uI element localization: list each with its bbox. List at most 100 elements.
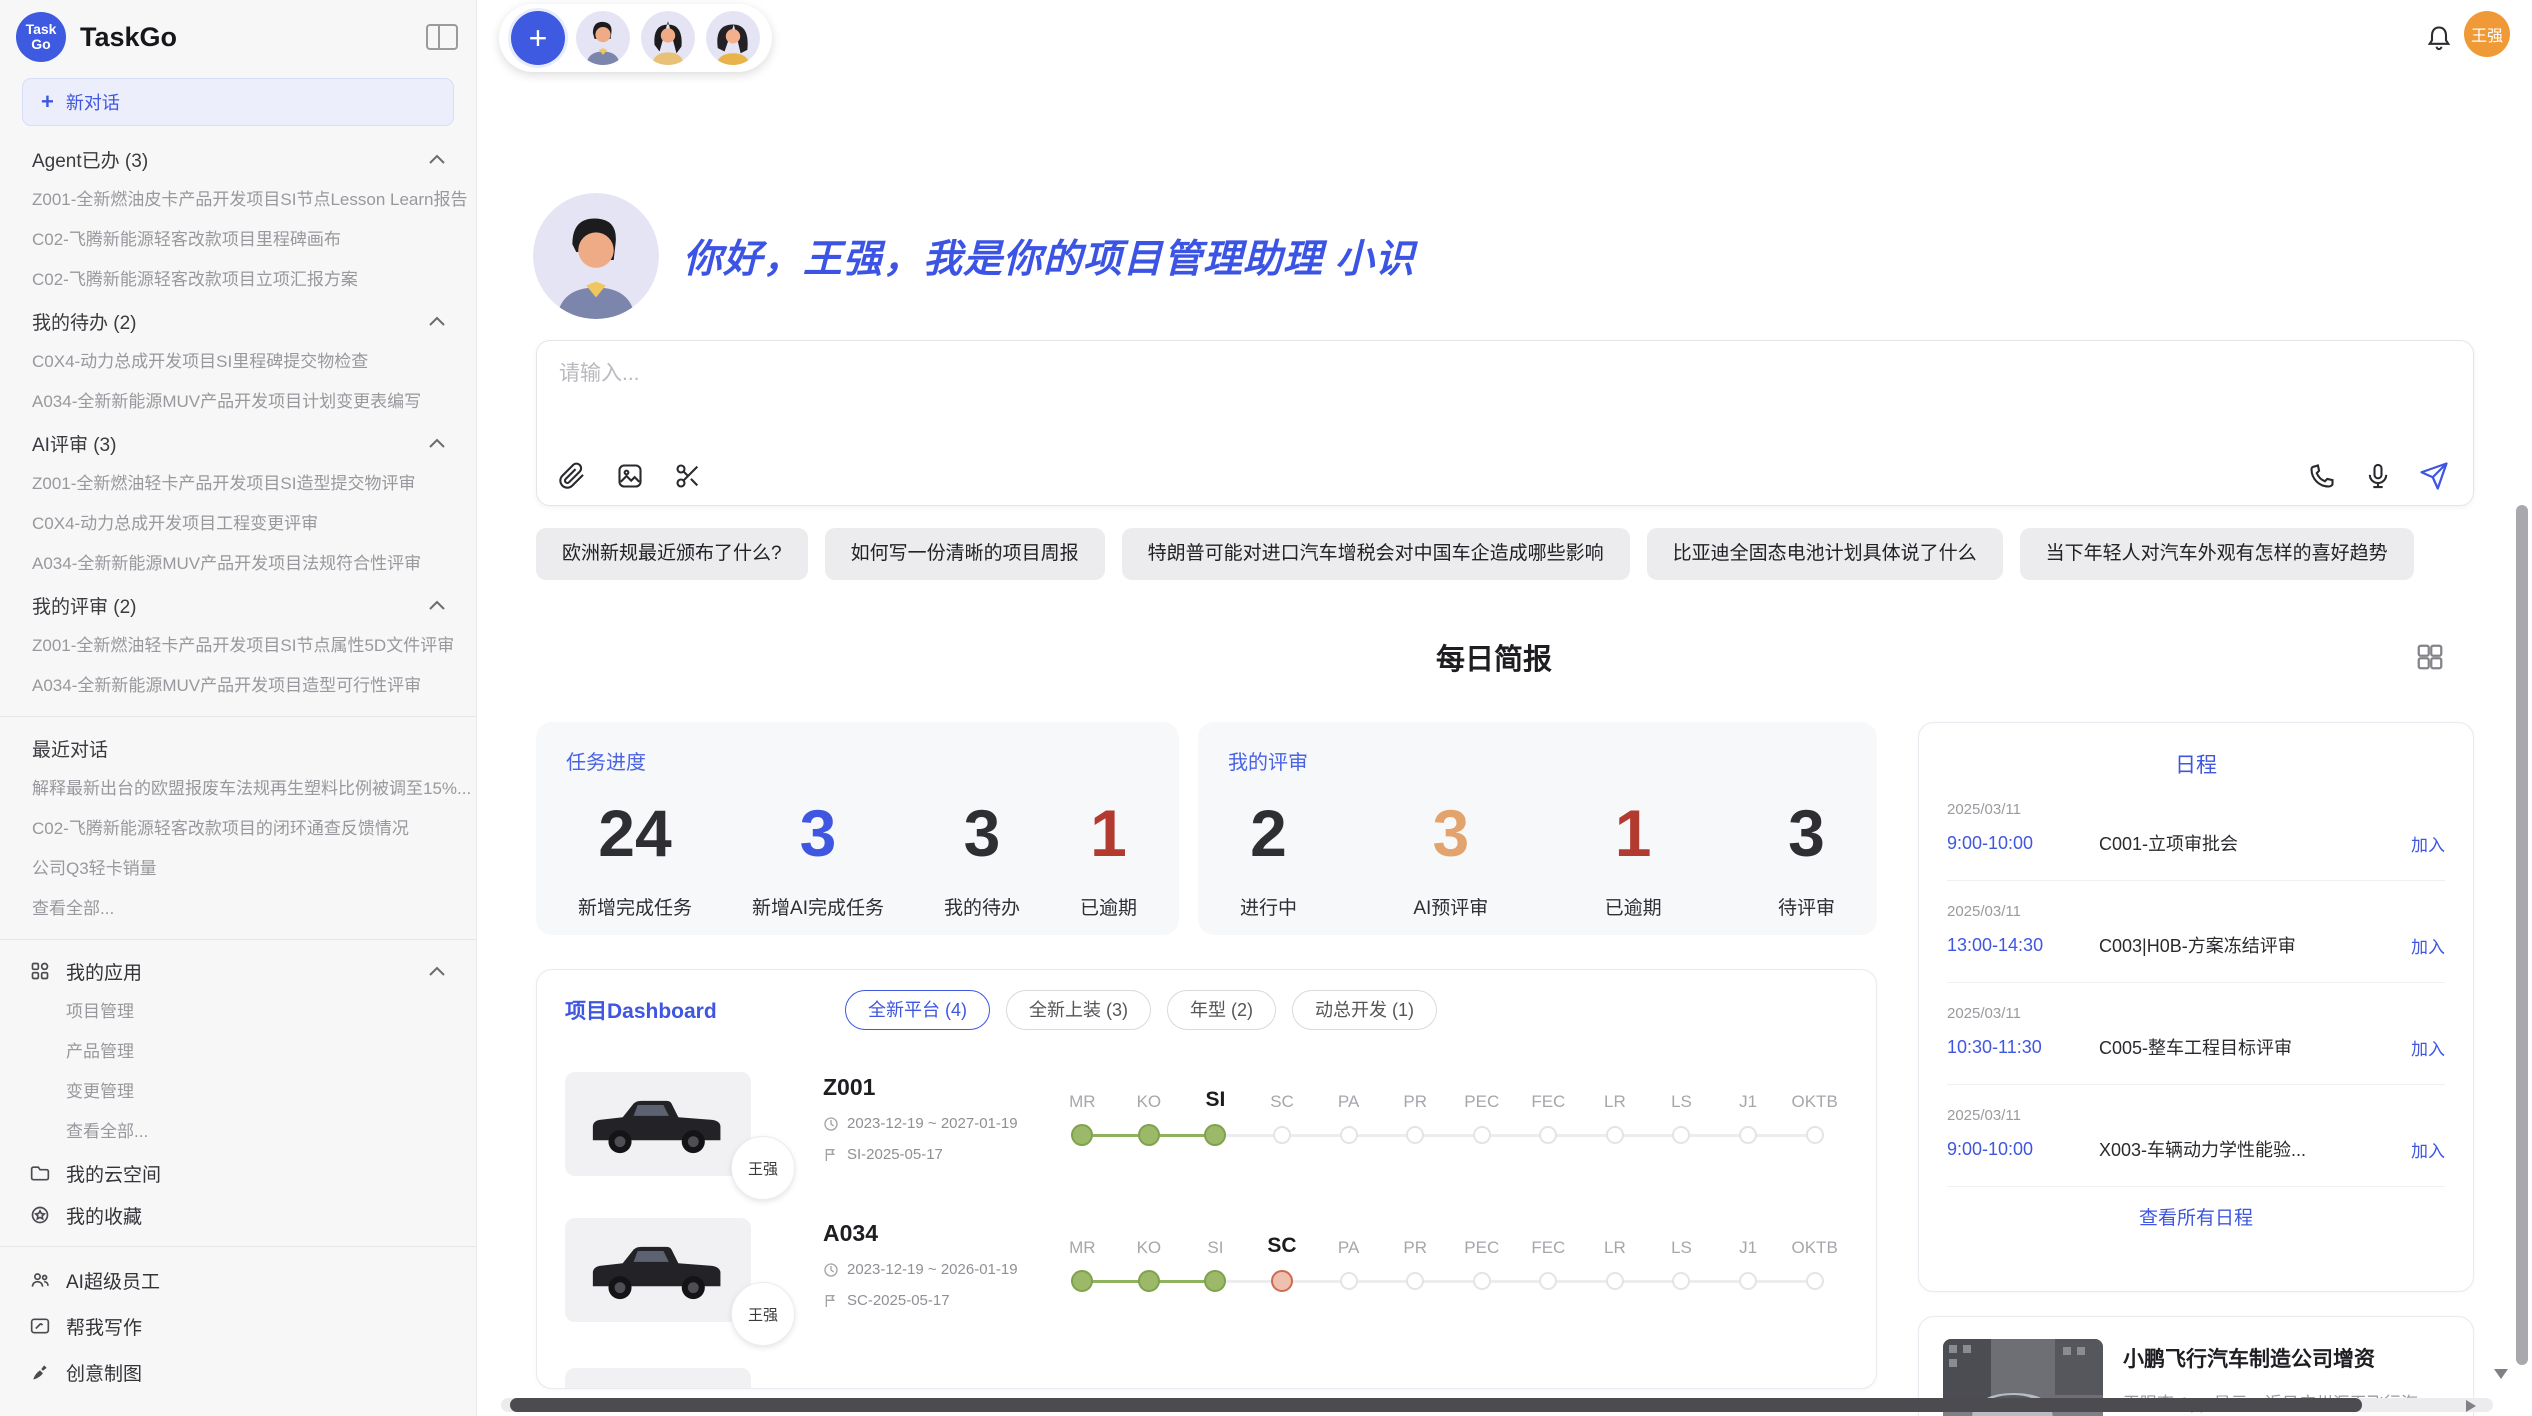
schedule-entry: 2025/03/11 9:00-10:00 X003-车辆动力学性能验... 加… bbox=[1947, 1085, 2445, 1187]
my-cloud-item[interactable]: 我的云空间 bbox=[0, 1152, 476, 1194]
sidebar-task-item[interactable]: A034-全新新能源MUV产品开发项目法规符合性评审 bbox=[0, 544, 476, 584]
milestone: FEC bbox=[1515, 1224, 1582, 1294]
join-meeting-link[interactable]: 加入 bbox=[2411, 831, 2445, 856]
milestone: MR bbox=[1049, 1224, 1116, 1294]
milestone-label: OKTB bbox=[1792, 1078, 1838, 1112]
recent-chat-item[interactable]: 公司Q3轻卡销量 bbox=[0, 849, 476, 889]
suggestion-chip[interactable]: 特朗普可能对进口汽车增税会对中国车企造成哪些影响 bbox=[1122, 528, 1630, 580]
suggestion-chip[interactable]: 当下年轻人对汽车外观有怎样的喜好趋势 bbox=[2020, 528, 2414, 580]
milestone-label: FEC bbox=[1531, 1078, 1565, 1112]
dashboard-tab[interactable]: 全新平台 (4) bbox=[845, 990, 990, 1030]
suggestion-chip[interactable]: 如何写一份清晰的项目周报 bbox=[825, 528, 1105, 580]
app-item[interactable]: 项目管理 bbox=[0, 992, 476, 1032]
collapse-sidebar-icon[interactable] bbox=[426, 24, 458, 50]
milestone: LS bbox=[1648, 1224, 1715, 1294]
sidebar-group-title: AI评审 (3) bbox=[32, 430, 116, 457]
add-agent-button[interactable]: + bbox=[511, 11, 565, 65]
sidebar-task-item[interactable]: A034-全新新能源MUV产品开发项目造型可行性评审 bbox=[0, 666, 476, 706]
milestone-node bbox=[1204, 1270, 1226, 1292]
sidebar-task-item[interactable]: C02-飞腾新能源轻客改款项目里程碑画布 bbox=[0, 220, 476, 260]
agent-avatar-2[interactable] bbox=[641, 11, 695, 65]
app-item[interactable]: 查看全部... bbox=[0, 1112, 476, 1152]
agent-avatar-3[interactable] bbox=[706, 11, 760, 65]
logo-line1: Task bbox=[26, 22, 57, 37]
help-me-write-item[interactable]: 帮我写作 bbox=[0, 1303, 476, 1349]
sidebar-group-header[interactable]: Agent已办 (3) bbox=[0, 138, 476, 180]
sidebar-group-header[interactable]: 我的待办 (2) bbox=[0, 300, 476, 342]
join-meeting-link[interactable]: 加入 bbox=[2411, 1035, 2445, 1060]
notifications-bell-icon[interactable] bbox=[2425, 24, 2453, 52]
sidebar-task-item[interactable]: A034-全新新能源MUV产品开发项目计划变更表编写 bbox=[0, 382, 476, 422]
app-item[interactable]: 变更管理 bbox=[0, 1072, 476, 1112]
project-car-image: 王强 bbox=[565, 1218, 751, 1322]
people-icon bbox=[30, 1269, 52, 1291]
stat-label: 进行中 bbox=[1240, 893, 1297, 920]
scissors-icon[interactable] bbox=[673, 461, 703, 491]
stat-label: 新增完成任务 bbox=[578, 893, 692, 920]
app-item[interactable]: 产品管理 bbox=[0, 1032, 476, 1072]
briefing-layout-icon[interactable] bbox=[2415, 642, 2445, 672]
my-favorites-item[interactable]: 我的收藏 bbox=[0, 1194, 476, 1236]
scroll-right-arrow[interactable] bbox=[2466, 1400, 2476, 1412]
milestone-label: LS bbox=[1671, 1078, 1692, 1112]
sidebar-task-item[interactable]: Z001-全新燃油轻卡产品开发项目SI节点属性5D文件评审 bbox=[0, 626, 476, 666]
horizontal-scrollbar-thumb[interactable] bbox=[510, 1398, 2362, 1412]
recent-chat-item[interactable]: C02-飞腾新能源轻客改款项目的闭环通查反馈情况 bbox=[0, 809, 476, 849]
phone-call-icon[interactable] bbox=[2307, 461, 2337, 491]
dashboard-tab[interactable]: 动总开发 (1) bbox=[1292, 990, 1437, 1030]
sidebar: Task Go TaskGo + 新对话 Agent已办 (3) Z001-全新… bbox=[0, 0, 477, 1416]
milestone-node bbox=[1806, 1126, 1824, 1144]
milestone: LR bbox=[1582, 1078, 1649, 1148]
new-chat-button[interactable]: + 新对话 bbox=[22, 78, 454, 126]
milestone-label: FEC bbox=[1531, 1224, 1565, 1258]
dashboard-tab[interactable]: 年型 (2) bbox=[1167, 990, 1276, 1030]
scroll-down-arrow[interactable] bbox=[2494, 1369, 2508, 1379]
daily-briefing-title: 每日简报 bbox=[477, 636, 2511, 678]
creative-drawing-item[interactable]: 创意制图 bbox=[0, 1349, 476, 1395]
milestone-node bbox=[1606, 1126, 1624, 1144]
ai-super-staff-item[interactable]: AI超级员工 bbox=[0, 1257, 476, 1303]
sidebar-task-item[interactable]: Z001-全新燃油皮卡产品开发项目SI节点Lesson Learn报告 bbox=[0, 180, 476, 220]
milestone-label: KO bbox=[1137, 1078, 1162, 1112]
milestone: KO bbox=[1116, 1078, 1183, 1148]
milestone-node bbox=[1739, 1126, 1757, 1144]
sidebar-group-header[interactable]: AI评审 (3) bbox=[0, 422, 476, 464]
milestone-label: J1 bbox=[1739, 1224, 1757, 1258]
vertical-scrollbar-thumb[interactable] bbox=[2516, 505, 2528, 1365]
join-meeting-link[interactable]: 加入 bbox=[2411, 1137, 2445, 1162]
sidebar-task-item[interactable]: Z001-全新燃油轻卡产品开发项目SI造型提交物评审 bbox=[0, 464, 476, 504]
attachment-icon[interactable] bbox=[557, 461, 587, 491]
stat: 3 新增AI完成任务 bbox=[752, 787, 884, 920]
sidebar-task-item[interactable]: C0X4-动力总成开发项目SI里程碑提交物检查 bbox=[0, 342, 476, 382]
project-milestone-flag: SI-2025-05-17 bbox=[847, 1146, 943, 1163]
milestone-node bbox=[1739, 1272, 1757, 1290]
recent-chat-item[interactable]: 解释最新出台的欧盟报废车法规再生塑料比例被调至15%... bbox=[0, 769, 476, 809]
sidebar-task-item[interactable]: C02-飞腾新能源轻客改款项目立项汇报方案 bbox=[0, 260, 476, 300]
send-icon[interactable] bbox=[2419, 461, 2449, 491]
chat-input[interactable] bbox=[559, 357, 2159, 427]
join-meeting-link[interactable]: 加入 bbox=[2411, 933, 2445, 958]
milestone-label: PR bbox=[1403, 1078, 1427, 1112]
milestone-label: SI bbox=[1207, 1224, 1223, 1258]
dashboard-tab[interactable]: 全新上装 (3) bbox=[1006, 990, 1151, 1030]
divider bbox=[0, 1246, 476, 1247]
milestone-node bbox=[1806, 1272, 1824, 1290]
sidebar-task-item[interactable]: C0X4-动力总成开发项目工程变更评审 bbox=[0, 504, 476, 544]
view-all-schedule-link[interactable]: 查看所有日程 bbox=[1947, 1187, 2445, 1246]
suggestion-chip[interactable]: 欧洲新规最近颁布了什么? bbox=[536, 528, 808, 580]
project-row[interactable]: 王强Z0012023-12-19 ~ 2027-01-19SI-2025-05-… bbox=[565, 1072, 1848, 1176]
microphone-icon[interactable] bbox=[2363, 461, 2393, 491]
project-row[interactable]: 王强A0342023-12-19 ~ 2026-01-19SC-2025-05-… bbox=[565, 1218, 1848, 1322]
agent-avatar-1[interactable] bbox=[576, 11, 630, 65]
user-avatar[interactable]: 王强 bbox=[2464, 11, 2510, 57]
stat: 3 待评审 bbox=[1778, 787, 1835, 920]
recent-chat-item[interactable]: 查看全部... bbox=[0, 889, 476, 929]
project-dates: 2023-12-19 ~ 2026-01-19 bbox=[847, 1261, 1018, 1278]
sidebar-group-header[interactable]: 我的评审 (2) bbox=[0, 584, 476, 626]
truck-image bbox=[575, 1086, 741, 1162]
stat-card: 我的评审 2 进行中 3 AI预评审 bbox=[1198, 722, 1877, 935]
image-upload-icon[interactable] bbox=[615, 461, 645, 491]
suggestion-chip[interactable]: 比亚迪全固态电池计划具体说了什么 bbox=[1647, 528, 2003, 580]
project-milestone-flag: SC-2025-05-17 bbox=[847, 1292, 950, 1309]
my-apps-header[interactable]: 我的应用 bbox=[0, 950, 476, 992]
